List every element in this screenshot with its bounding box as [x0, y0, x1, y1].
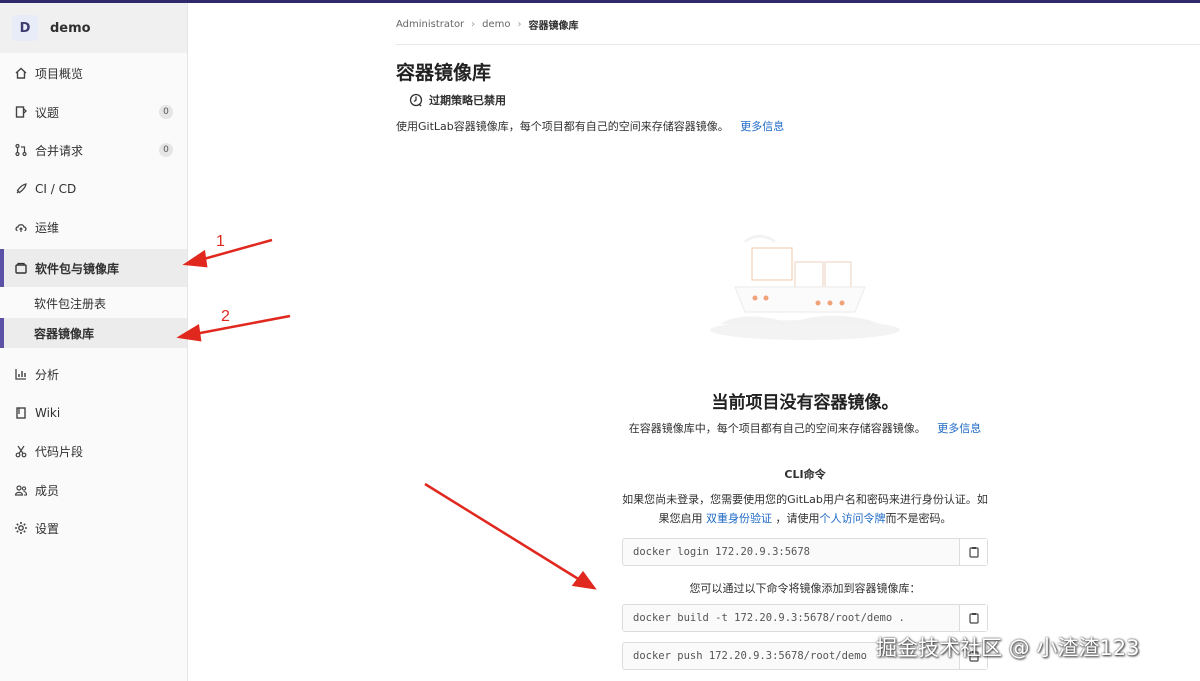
sidebar-subitem-label: 软件包注册表: [34, 296, 107, 311]
arrowhead-icon: [182, 249, 208, 268]
clipboard-icon: [968, 613, 979, 624]
sidebar-subitem-label: 容器镜像库: [34, 326, 95, 341]
clipboard-icon: [968, 547, 979, 558]
sidebar-item-label: 成员: [35, 483, 60, 498]
build-command-text[interactable]: docker build -t 172.20.9.3:5678/root/dem…: [623, 605, 959, 631]
personal-access-token-link[interactable]: 个人访问令牌: [820, 512, 886, 525]
sidebar-item-packages[interactable]: 软件包与镜像库: [0, 249, 187, 287]
arrowhead-icon: [571, 570, 597, 590]
package-icon: [14, 261, 28, 275]
annotation-label-1: 1: [216, 233, 225, 250]
annotation-arrow-1: [199, 238, 273, 262]
watermark: 掘金技术社区 @ 小渣渣123: [876, 636, 1140, 660]
issues-icon: [14, 105, 28, 119]
policy-text: 过期策略已禁用: [429, 94, 506, 107]
empty-state-desc-text: 在容器镜像库中，每个项目都有自己的空间来存储容器镜像。: [628, 422, 926, 435]
add-image-description: 您可以通过以下命令将镜像添加到容器镜像库：: [689, 582, 921, 595]
intro-more-info-link[interactable]: 更多信息: [740, 120, 784, 133]
empty-state-title: 当前项目没有容器镜像。: [711, 393, 899, 413]
cloud-icon: [14, 220, 28, 234]
annotation-arrow-2: [194, 314, 291, 336]
sidebar-item-analytics[interactable]: 分析: [0, 355, 187, 393]
sidebar-item-wiki[interactable]: Wiki: [0, 394, 187, 432]
breadcrumb-root[interactable]: Administrator: [396, 19, 464, 30]
sidebar-item-members[interactable]: 成员: [0, 471, 187, 509]
chevron-right-icon: ›: [517, 19, 522, 30]
users-icon: [14, 483, 28, 497]
cli-commands-description: 如果您尚未登录，您需要使用您的GitLab用户名和密码来进行身份认证。如果您启用…: [620, 490, 990, 528]
breadcrumb: Administrator › demo › 容器镜像库: [396, 17, 579, 32]
mr-count-badge: 0: [159, 143, 173, 157]
intro-text: 使用GitLab容器镜像库，每个项目都有自己的空间来存储容器镜像。 更多信息: [396, 118, 784, 134]
empty-state-more-info-link[interactable]: 更多信息: [937, 422, 981, 435]
breadcrumb-project[interactable]: demo: [482, 19, 510, 30]
copy-login-command-button[interactable]: [959, 539, 987, 565]
gear-icon: [14, 521, 28, 535]
empty-state-ship-illustration: [710, 234, 900, 340]
issues-count-badge: 0: [159, 105, 173, 119]
sidebar-item-operations[interactable]: 运维: [0, 208, 187, 246]
sidebar-item-label: 合并请求: [35, 143, 84, 158]
sidebar-subitem-container-registry[interactable]: 容器镜像库: [0, 318, 187, 348]
sidebar: D demo 项目概览 议题 0 合并请求 0 CI / CD 运维 软件包与镜…: [0, 3, 188, 681]
chart-icon: [14, 367, 28, 381]
merge-request-icon: [14, 143, 28, 157]
sidebar-item-merge-requests[interactable]: 合并请求 0: [0, 131, 187, 169]
page-title: 容器镜像库: [396, 62, 492, 84]
sidebar-item-label: 代码片段: [35, 444, 84, 459]
scissors-icon: [14, 444, 28, 458]
cli-desc-part3: 而不是密码。: [885, 512, 952, 525]
rocket-icon: [14, 182, 28, 196]
breadcrumb-current[interactable]: 容器镜像库: [529, 17, 579, 32]
project-name: demo: [50, 20, 91, 36]
login-command-text[interactable]: docker login 172.20.9.3:5678: [623, 539, 959, 565]
home-icon: [14, 66, 28, 80]
sidebar-item-overview[interactable]: 项目概览: [0, 54, 187, 92]
intro-description: 使用GitLab容器镜像库，每个项目都有自己的空间来存储容器镜像。: [396, 120, 729, 133]
sidebar-item-label: 软件包与镜像库: [35, 261, 120, 276]
sidebar-item-label: Wiki: [35, 406, 61, 420]
sidebar-item-label: 项目概览: [35, 66, 84, 81]
annotation-arrow-3: [424, 482, 581, 582]
expiration-policy-status: 过期策略已禁用: [409, 92, 506, 108]
sidebar-item-cicd[interactable]: CI / CD: [0, 170, 187, 208]
sidebar-item-snippets[interactable]: 代码片段: [0, 432, 187, 470]
build-command-field[interactable]: docker build -t 172.20.9.3:5678/root/dem…: [622, 604, 988, 632]
sidebar-item-label: 运维: [35, 220, 60, 235]
header-divider: [396, 44, 1200, 45]
chevron-right-icon: ›: [471, 19, 476, 30]
book-icon: [14, 406, 28, 420]
two-factor-auth-link[interactable]: 双重身份验证: [706, 512, 772, 525]
sidebar-item-label: 分析: [35, 367, 60, 382]
empty-state-description: 在容器镜像库中，每个项目都有自己的空间来存储容器镜像。 更多信息: [620, 420, 990, 437]
sidebar-item-label: 议题: [35, 105, 60, 120]
sidebar-item-issues[interactable]: 议题 0: [0, 93, 187, 131]
project-avatar: D: [12, 15, 38, 41]
project-header[interactable]: D demo: [0, 3, 187, 53]
clock-disabled-icon: [409, 93, 423, 107]
sidebar-item-label: 设置: [35, 521, 60, 536]
login-command-field[interactable]: docker login 172.20.9.3:5678: [622, 538, 988, 566]
annotation-label-2: 2: [221, 308, 230, 325]
cli-desc-part2: ，请使用: [775, 512, 820, 525]
sidebar-item-label: CI / CD: [35, 182, 77, 196]
cli-commands-title: CLI命令: [784, 468, 826, 481]
copy-build-command-button[interactable]: [959, 605, 987, 631]
sidebar-subitem-package-registry[interactable]: 软件包注册表: [0, 288, 187, 318]
sidebar-item-settings[interactable]: 设置: [0, 509, 187, 547]
